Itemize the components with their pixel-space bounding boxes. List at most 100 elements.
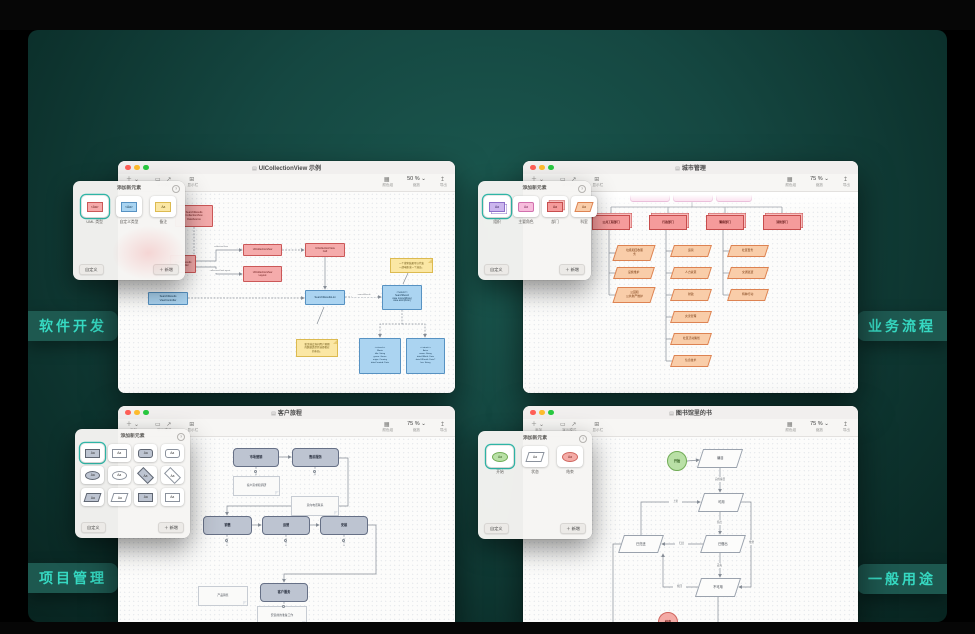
diagram-node[interactable]: UICollectionView Cell <box>305 243 345 257</box>
palette-swatch[interactable]: <Aa> UML 类型 <box>79 196 110 225</box>
palette-swatch[interactable]: <Aa> 自定义类型 <box>113 196 144 225</box>
palette-swatch[interactable]: Aa <box>107 444 132 462</box>
customize-button[interactable]: 自定义 <box>484 264 509 275</box>
diagram-node[interactable]: <<struct>> Movie title: String genre: Ge… <box>359 338 401 374</box>
top-letterbox-bar <box>0 0 975 30</box>
diagram-node[interactable]: 售前服务 <box>292 448 339 467</box>
diamond-gray-swatch-icon: Aa <box>137 466 155 484</box>
palette-swatch[interactable]: Aa 组织 <box>484 196 510 225</box>
diagram-node[interactable]: 公共工程部门 <box>592 215 630 230</box>
diagram-node[interactable]: 运营 <box>670 245 712 257</box>
diagram-node[interactable]: SearchResultsList <box>305 290 345 305</box>
help-icon[interactable]: ? <box>177 432 185 441</box>
diagram-node[interactable]: 行政部门 <box>649 215 687 230</box>
diagram-node[interactable]: UICollectionView <box>243 244 282 256</box>
edge-label: 上架 <box>669 499 682 504</box>
help-icon[interactable]: ? <box>578 184 586 193</box>
pill-pink-swatch-icon: Aa <box>518 201 534 212</box>
help-icon[interactable]: ? <box>172 184 180 193</box>
diagram-node[interactable]: 客户服务 <box>260 583 308 602</box>
palette-swatch[interactable]: Aa <box>160 466 185 484</box>
help-icon[interactable]: ? <box>579 434 587 443</box>
ellipse-red-swatch-icon: Aa <box>562 451 578 462</box>
palette-title: 添加新元素 <box>117 186 141 191</box>
diagram-node[interactable]: 市场营销 <box>233 448 279 467</box>
tag-software-dev: 软件开发 <box>28 311 118 341</box>
tag-business-flow: 业务流程 <box>857 311 947 341</box>
diagram-node[interactable]: 交通巡逻 <box>727 267 769 279</box>
diagram-node[interactable]: SearchResults ViewController <box>148 292 188 305</box>
customize-button[interactable]: 自定义 <box>79 264 104 275</box>
rect-blue-swatch-icon: <Aa> <box>120 201 137 212</box>
diagram-node[interactable]: 公园和 公共财产维护 <box>612 287 656 303</box>
diagram-node[interactable]: 设施维护 <box>613 267 655 279</box>
diagram-node[interactable]: <<enum>> SearchResult case movie(Movie) … <box>382 285 422 310</box>
diagram-node[interactable]: 人力资源 <box>670 267 712 279</box>
palette-swatch[interactable]: Aa 结束 <box>554 446 586 475</box>
round-gray-swatch-icon: Aa <box>138 448 154 458</box>
palette-title: 添加新元素 <box>522 186 547 191</box>
palette-swatch[interactable]: Aa <box>160 444 185 462</box>
diagram-node[interactable]: <<struct>> Actor name: String dateOfBirt… <box>406 338 445 374</box>
diagram-node[interactable]: 已借出 <box>700 535 746 553</box>
diagram-node[interactable]: 意向电话联系 <box>291 496 339 516</box>
palette-swatch[interactable]: Aa <box>81 466 105 484</box>
palette-swatch[interactable]: Aa 状态 <box>519 446 551 475</box>
diagram-node[interactable]: 产品销售 <box>198 586 248 606</box>
edge-label: 维修 <box>745 540 758 545</box>
palette-swatch[interactable]: Aa <box>107 488 132 506</box>
diagram-node[interactable] <box>716 193 752 202</box>
edge-label: 借出 <box>713 520 726 525</box>
diagram-node[interactable]: 消防部门 <box>763 215 801 230</box>
add-element-palette: 添加新元素? Aa 组织 Aa 主要角色 Aa 部门 Aa 科室 自定义 ＋ 新增 <box>478 181 597 280</box>
diagram-node[interactable]: 不可用 <box>694 578 742 597</box>
palette-swatch[interactable]: Aa <box>81 444 105 462</box>
customize-button[interactable]: 自定义 <box>484 523 509 534</box>
add-new-button[interactable]: ＋ 新增 <box>560 523 586 534</box>
diagram-node[interactable]: 垃圾和回收服 务 <box>612 245 656 261</box>
palette-swatch[interactable]: Aa 主要角色 <box>513 196 539 225</box>
rect-gray-swatch-icon: Aa <box>85 448 101 458</box>
diagram-node[interactable] <box>673 193 713 202</box>
diagram-node[interactable]: 社区活动策划 <box>670 333 712 345</box>
add-new-button[interactable]: ＋ 新增 <box>158 522 184 533</box>
rect-white-swatch-icon: Aa <box>111 448 127 458</box>
add-new-button[interactable]: ＋ 新增 <box>559 264 585 275</box>
diagram-node[interactable]: 销售 <box>203 516 252 535</box>
add-new-button[interactable]: ＋ 新增 <box>153 264 179 275</box>
palette-swatch[interactable]: Aa <box>81 488 105 506</box>
diagram-node[interactable]: 已归还 <box>618 535 664 553</box>
diagram-node[interactable]: 安装 <box>320 516 368 535</box>
doc-gray-swatch-icon: Aa <box>138 492 154 502</box>
diagram-node[interactable]: 灾害管理 <box>670 311 712 323</box>
add-element-palette: 添加新元素? <Aa> UML 类型 <Aa> 自定义类型 Aa 备注 自定义 ＋ 新增 <box>73 181 185 280</box>
palette-swatch[interactable]: Aa <box>107 466 132 484</box>
diagram-node[interactable]: 新文档会询问用户预期 的数据类型并选择相应 的布局。 <box>296 339 338 357</box>
diagram-node[interactable]: 警察部门 <box>706 215 744 230</box>
palette-swatch[interactable]: Aa 开始 <box>484 446 516 475</box>
palette-swatch[interactable]: Aa <box>160 488 185 506</box>
swatch-label: UML 类型 <box>86 219 103 224</box>
palette-swatch[interactable]: Aa 备注 <box>148 196 179 225</box>
palette-swatch[interactable]: Aa 部门 <box>542 196 568 225</box>
diagram-node[interactable]: 运营 <box>262 516 310 535</box>
palette-swatch[interactable]: Aa <box>134 444 158 462</box>
palette-swatch[interactable]: Aa <box>134 488 158 506</box>
diagram-node[interactable]: 可用 <box>697 493 745 512</box>
diagram-node[interactable]: 一个搜索结果可以代表 一部电影或一个演员。 <box>390 258 433 273</box>
diagram-node[interactable]: 客户需求和调研 <box>233 476 280 496</box>
diagram-node[interactable] <box>630 193 670 202</box>
customize-button[interactable]: 自定义 <box>81 522 106 533</box>
diagram-node[interactable]: 信息技术 <box>670 355 712 367</box>
add-element-palette: 添加新元素? Aa 开始 Aa 状态 Aa 结束 自定义 ＋ 新增 <box>478 431 592 539</box>
diagram-node[interactable]: 开始 <box>667 451 687 471</box>
diagram-node[interactable]: UICollectionView Layout <box>243 266 282 282</box>
diagram-node[interactable]: 财政 <box>670 289 712 301</box>
diagram-node[interactable]: 社区警务 <box>727 245 769 257</box>
diagram-node <box>282 605 285 608</box>
diagram-node[interactable]: 特种行动 <box>727 289 769 301</box>
swatch-label: 结束 <box>566 469 574 474</box>
palette-swatch[interactable]: Aa <box>134 466 158 484</box>
diagram-node[interactable]: 编目 <box>696 449 744 468</box>
palette-swatch[interactable]: Aa 科室 <box>571 196 597 225</box>
